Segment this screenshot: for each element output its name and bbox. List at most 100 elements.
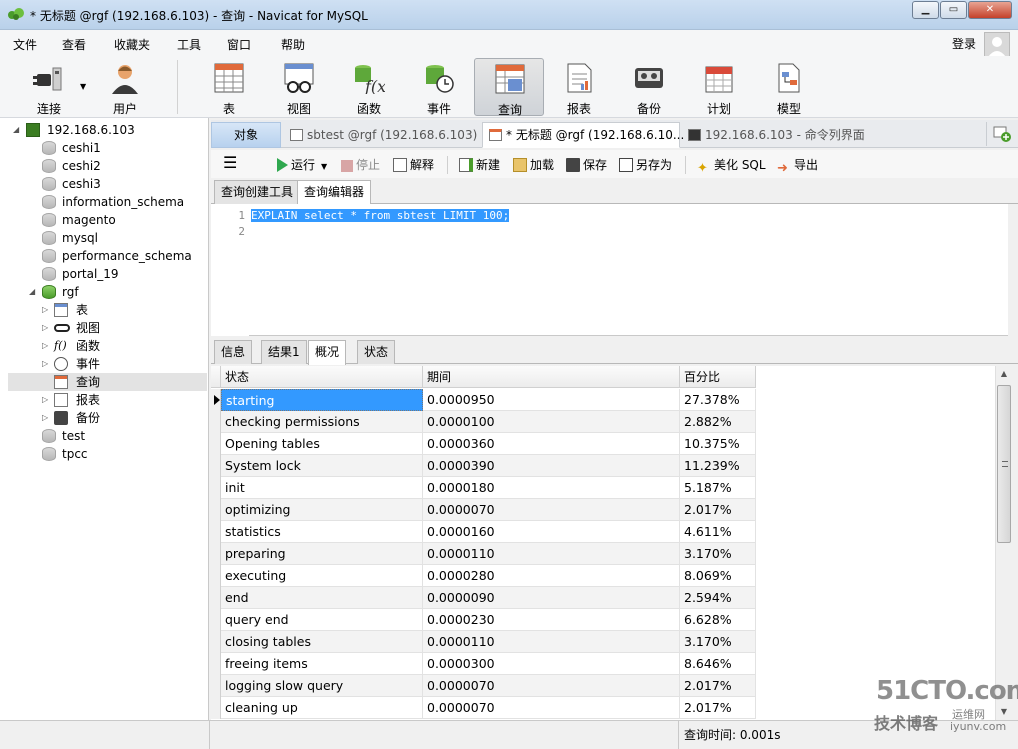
cell-percentage[interactable]: 2.017% [680, 499, 756, 521]
save-button[interactable]: 保存 [566, 156, 607, 173]
column-header-state[interactable]: 状态 [221, 366, 423, 388]
row-selector[interactable] [211, 499, 221, 521]
cell-state[interactable]: query end [221, 609, 423, 631]
cell-duration[interactable]: 0.0000100 [423, 411, 680, 433]
load-button[interactable]: 加载 [513, 156, 554, 173]
tab-result1[interactable]: 结果1 [261, 340, 307, 364]
row-selector[interactable] [211, 609, 221, 631]
tree-rgf-functions[interactable]: ▷ f() 函数 [0, 337, 209, 355]
menu-view[interactable]: 查看 [62, 36, 86, 53]
tab-query-editor[interactable]: 查询编辑器 [297, 180, 372, 205]
maximize-button[interactable]: ▭ [940, 1, 967, 19]
table-row[interactable]: optimizing 0.0000070 2.017% [211, 499, 995, 521]
connect-button[interactable]: ▼ 连接 [14, 58, 86, 116]
cell-state[interactable]: System lock [221, 455, 423, 477]
tree-rgf-reports[interactable]: ▷ 报表 [0, 391, 209, 409]
hamburger-menu-icon[interactable]: ☰ [223, 153, 237, 172]
cell-percentage[interactable]: 4.611% [680, 521, 756, 543]
cell-state[interactable]: Opening tables [221, 433, 423, 455]
column-header-percentage[interactable]: 百分比 [680, 366, 756, 388]
cell-duration[interactable]: 0.0000070 [423, 697, 680, 719]
tree-db-ceshi2[interactable]: ceshi2 [0, 157, 209, 175]
cell-duration[interactable]: 0.0000950 [423, 389, 680, 411]
menu-help[interactable]: 帮助 [281, 36, 305, 53]
expand-icon[interactable]: ▷ [42, 391, 52, 409]
cell-duration[interactable]: 0.0000360 [423, 433, 680, 455]
tree-rgf-views[interactable]: ▷ 视图 [0, 319, 209, 337]
cell-state[interactable]: cleaning up [221, 697, 423, 719]
table-row[interactable]: closing tables 0.0000110 3.170% [211, 631, 995, 653]
cell-duration[interactable]: 0.0000390 [423, 455, 680, 477]
tree-rgf-queries[interactable]: 查询 [8, 373, 207, 391]
cell-percentage[interactable]: 8.069% [680, 565, 756, 587]
expand-icon[interactable]: ▷ [42, 355, 52, 373]
report-button[interactable]: 报表 [544, 58, 614, 116]
account-avatar[interactable] [984, 32, 1010, 58]
expand-icon[interactable]: ▷ [42, 301, 52, 319]
sql-editor[interactable]: 1 2 EXPLAIN select * from sbtest LIMIT 1… [211, 204, 1008, 336]
tab-untitled-query[interactable]: * 无标题 @rgf (192.168.6.10... [482, 122, 684, 148]
minimize-button[interactable]: ▁ [912, 1, 939, 19]
cell-percentage[interactable]: 2.017% [680, 675, 756, 697]
cell-duration[interactable]: 0.0000110 [423, 543, 680, 565]
table-row[interactable]: executing 0.0000280 8.069% [211, 565, 995, 587]
cell-percentage[interactable]: 2.017% [680, 697, 756, 719]
row-selector[interactable] [211, 521, 221, 543]
row-selector[interactable] [211, 477, 221, 499]
save-as-button[interactable]: 另存为 [619, 156, 672, 173]
cell-state[interactable]: optimizing [221, 499, 423, 521]
tree-db-ceshi3[interactable]: ceshi3 [0, 175, 209, 193]
tree-db-tpcc[interactable]: tpcc [0, 445, 209, 463]
cell-percentage[interactable]: 6.628% [680, 609, 756, 631]
table-row[interactable]: end 0.0000090 2.594% [211, 587, 995, 609]
tree-db-ceshi1[interactable]: ceshi1 [0, 139, 209, 157]
tree-connection[interactable]: ◢ 192.168.6.103 [0, 121, 209, 139]
tab-sbtest[interactable]: sbtest @rgf (192.168.6.103) ... [283, 122, 493, 148]
event-button[interactable]: 事件 [404, 58, 474, 116]
table-row[interactable]: query end 0.0000230 6.628% [211, 609, 995, 631]
column-header-duration[interactable]: 期间 [423, 366, 680, 388]
cell-duration[interactable]: 0.0000160 [423, 521, 680, 543]
cell-state[interactable]: end [221, 587, 423, 609]
cell-state[interactable]: logging slow query [221, 675, 423, 697]
row-selector[interactable] [211, 455, 221, 477]
table-row[interactable]: init 0.0000180 5.187% [211, 477, 995, 499]
cell-percentage[interactable]: 10.375% [680, 433, 756, 455]
cell-duration[interactable]: 0.0000230 [423, 609, 680, 631]
tab-console[interactable]: 192.168.6.103 - 命令列界面 [681, 122, 971, 148]
cell-state[interactable]: freeing items [221, 653, 423, 675]
connect-dropdown-icon[interactable]: ▼ [80, 82, 86, 91]
cell-state[interactable]: preparing [221, 543, 423, 565]
row-selector[interactable] [211, 411, 221, 433]
cell-percentage[interactable]: 3.170% [680, 631, 756, 653]
cell-percentage[interactable]: 8.646% [680, 653, 756, 675]
query-button[interactable]: 查询 [474, 58, 544, 117]
menu-favorites[interactable]: 收藏夹 [114, 36, 150, 53]
tab-query-builder[interactable]: 查询创建工具 [214, 180, 301, 204]
cell-duration[interactable]: 0.0000280 [423, 565, 680, 587]
table-row[interactable]: checking permissions 0.0000100 2.882% [211, 411, 995, 433]
run-dropdown-icon[interactable]: ▼ [321, 162, 327, 171]
close-button[interactable]: ✕ [968, 1, 1012, 19]
table-row[interactable]: freeing items 0.0000300 8.646% [211, 653, 995, 675]
tree-db-magento[interactable]: magento [0, 211, 209, 229]
cell-percentage[interactable]: 3.170% [680, 543, 756, 565]
table-row[interactable]: System lock 0.0000390 11.239% [211, 455, 995, 477]
cell-percentage[interactable]: 2.594% [680, 587, 756, 609]
run-button[interactable]: 运行 ▼ [277, 156, 327, 173]
tab-status[interactable]: 状态 [357, 340, 396, 364]
cell-percentage[interactable]: 2.882% [680, 411, 756, 433]
tree-db-rgf[interactable]: ◢ rgf [0, 283, 209, 301]
cell-state[interactable]: closing tables [221, 631, 423, 653]
menu-window[interactable]: 窗口 [227, 36, 251, 53]
cell-duration[interactable]: 0.0000070 [423, 499, 680, 521]
user-button[interactable]: 用户 [90, 58, 160, 116]
tab-objects[interactable]: 对象 [211, 122, 281, 148]
cell-state[interactable]: checking permissions [221, 411, 423, 433]
row-selector[interactable] [211, 433, 221, 455]
stop-button[interactable]: 停止 [341, 156, 380, 173]
tab-info[interactable]: 信息 [214, 340, 253, 364]
cell-duration[interactable]: 0.0000110 [423, 631, 680, 653]
cell-state[interactable]: executing [221, 565, 423, 587]
tree-db-portal-19[interactable]: portal_19 [0, 265, 209, 283]
